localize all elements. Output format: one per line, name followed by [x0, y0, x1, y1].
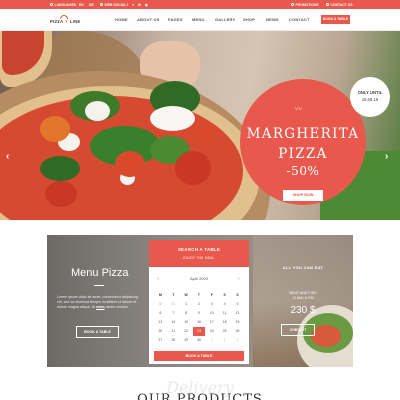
calendar-day[interactable]: 28: [167, 336, 180, 345]
nav-pages[interactable]: PAGES: [168, 17, 183, 22]
calendar-day[interactable]: 30: [154, 300, 167, 309]
logo[interactable]: PIZZA ⚬ LINE: [50, 15, 80, 26]
phone-icon: [326, 3, 329, 7]
table-calendar: SEARCH A TABLE ENJOY THE MEAL April 2020…: [149, 240, 249, 364]
calendar-day[interactable]: 29: [180, 336, 193, 345]
promo-circle: 〰 MARGHERITA PIZZA -50% SHOP NOW: [240, 79, 366, 205]
section-title: OUR PRODUCTS: [137, 392, 263, 400]
calendar-day[interactable]: 25: [218, 327, 231, 336]
calendar-day[interactable]: 9: [193, 309, 206, 318]
calendar-day[interactable]: 31: [167, 300, 180, 309]
nav-menu[interactable]: MENU: [192, 17, 205, 22]
calendar-day[interactable]: 2: [193, 300, 206, 309]
menu-inline-link[interactable]: enim: [96, 305, 104, 309]
nav-contact[interactable]: CONTACT: [289, 17, 310, 22]
offer-panel: ALL YOU CAN EAT MEAT AND FISH 11 AM / 6 …: [253, 235, 353, 367]
day-header-row: M T W T F S S: [159, 293, 239, 297]
calendar-title: SEARCH A TABLE: [177, 247, 221, 252]
calendar-day[interactable]: 19: [231, 318, 244, 327]
prev-month-icon[interactable]: ‹: [157, 276, 159, 282]
calendar-day[interactable]: 7: [167, 309, 180, 318]
languages-label[interactable]: LANGUAGES: [50, 3, 76, 7]
hero-discount: -50%: [286, 164, 320, 178]
calendar-day[interactable]: 24: [205, 327, 218, 336]
contact-us-link[interactable]: CONTACT US: [326, 3, 352, 7]
menu-book-button[interactable]: BOOK A TABLE: [76, 326, 119, 338]
calendar-day[interactable]: 10: [205, 309, 218, 318]
calendar-day[interactable]: 5: [231, 300, 244, 309]
calendar-day[interactable]: 23: [192, 327, 206, 336]
calendar-day[interactable]: 6: [154, 309, 167, 318]
offer-price: 230 $: [290, 305, 316, 316]
offer-title: ALL YOU CAN EAT: [282, 265, 324, 270]
nav-gallery[interactable]: GALLERY: [215, 17, 235, 22]
calendar-grid: M T W T F S S 30 31 1 2 3 4 5 6 7 8 9 10 11 12 13 14 15 1…: [154, 291, 244, 345]
reservation-section: Menu Pizza Lorem ipsum dolor sit amet, c…: [47, 235, 353, 367]
calendar-day[interactable]: 20: [154, 327, 167, 336]
calendar-book-button[interactable]: BOOK A TABLE: [154, 351, 244, 361]
social-icons[interactable]: f ♥ ✉ ◉: [127, 3, 149, 7]
calendar-subtitle: ENJOY THE MEAL: [183, 256, 215, 260]
tag-icon: [291, 3, 294, 7]
nav-shop[interactable]: SHOP: [243, 17, 255, 22]
calendar-day[interactable]: 30: [193, 336, 206, 345]
calendar-day[interactable]: 1: [205, 336, 218, 345]
divider: [94, 285, 104, 286]
squiggle-icon: 〰: [295, 106, 302, 113]
calendar-day[interactable]: 11: [218, 309, 231, 318]
calendar-day[interactable]: 22: [180, 327, 193, 336]
calendar-day[interactable]: 26: [231, 327, 244, 336]
menu-description: Lorem ipsum dolor sit amet, consectetur …: [57, 295, 138, 309]
hero-title: MARGHERITA PIZZA: [246, 126, 360, 162]
calendar-day[interactable]: 3: [205, 300, 218, 309]
calendar-day[interactable]: 4: [218, 300, 231, 309]
hero-slider: 〰 MARGHERITA PIZZA -50% SHOP NOW ONLY UN…: [0, 31, 400, 220]
shop-now-button[interactable]: SHOP NOW: [283, 190, 323, 201]
nav-news[interactable]: NEWS: [266, 17, 279, 22]
calendar-day[interactable]: 21: [167, 327, 180, 336]
calendar-day[interactable]: 27: [154, 336, 167, 345]
calendar-day[interactable]: 15: [180, 318, 193, 327]
nav-about-us[interactable]: ABOUT US: [137, 17, 160, 22]
calendar-week-row: 27 28 29 30 1 2 3: [154, 336, 244, 345]
nav-home[interactable]: HOME: [115, 17, 128, 22]
calendar-day[interactable]: 8: [180, 309, 193, 318]
prev-slide-icon[interactable]: ‹: [6, 151, 9, 162]
globe-icon: [50, 3, 53, 7]
offer-line2: 11 AM / 6 PM: [292, 296, 314, 300]
calendar-day[interactable]: 12: [231, 309, 244, 318]
book-table-button[interactable]: BOOK A TABLE: [321, 15, 350, 24]
menu-title: Menu Pizza: [71, 267, 129, 279]
calendar-day[interactable]: 18: [218, 318, 231, 327]
share-icon: [100, 3, 103, 7]
promotions-link[interactable]: PROMOTIONS: [291, 3, 319, 7]
top-bar: LANGUAGES EN DE WEB SOCIAL f ♥ ✉ ◉ PROMO…: [0, 0, 400, 9]
calendar-header: SEARCH A TABLE ENJOY THE MEAL: [149, 240, 249, 267]
calendar-day[interactable]: 2: [218, 336, 231, 345]
offer-line1: MEAT AND FISH: [289, 291, 317, 295]
calendar-day[interactable]: 17: [205, 318, 218, 327]
calendar-day[interactable]: 16: [193, 318, 206, 327]
calendar-day[interactable]: 13: [154, 318, 167, 327]
check-it-button[interactable]: CHECK IT: [281, 324, 315, 336]
calendar-day[interactable]: 1: [180, 300, 193, 309]
calendar-month: April 2020: [189, 276, 208, 281]
calendar-week-row: 20 21 22 23 24 25 26: [154, 327, 244, 336]
web-social-label: WEB SOCIAL: [100, 3, 126, 7]
next-slide-icon[interactable]: ›: [385, 151, 388, 162]
next-month-icon[interactable]: ›: [238, 276, 240, 282]
calendar-week-row: 13 14 15 16 17 18 19: [154, 318, 244, 327]
calendar-week-row: 30 31 1 2 3 4 5: [154, 300, 244, 309]
calendar-day[interactable]: 14: [167, 318, 180, 327]
offer-date-badge: ONLY UNTIL 15.09.18: [350, 77, 390, 117]
calendar-week-row: 6 7 8 9 10 11 12: [154, 309, 244, 318]
calendar-day[interactable]: 3: [231, 336, 244, 345]
lang-en-link[interactable]: EN: [79, 3, 84, 7]
lang-de-link[interactable]: DE: [89, 3, 94, 7]
site-header: PIZZA ⚬ LINE HOME ABOUT US PAGES MENU GA…: [0, 9, 400, 31]
